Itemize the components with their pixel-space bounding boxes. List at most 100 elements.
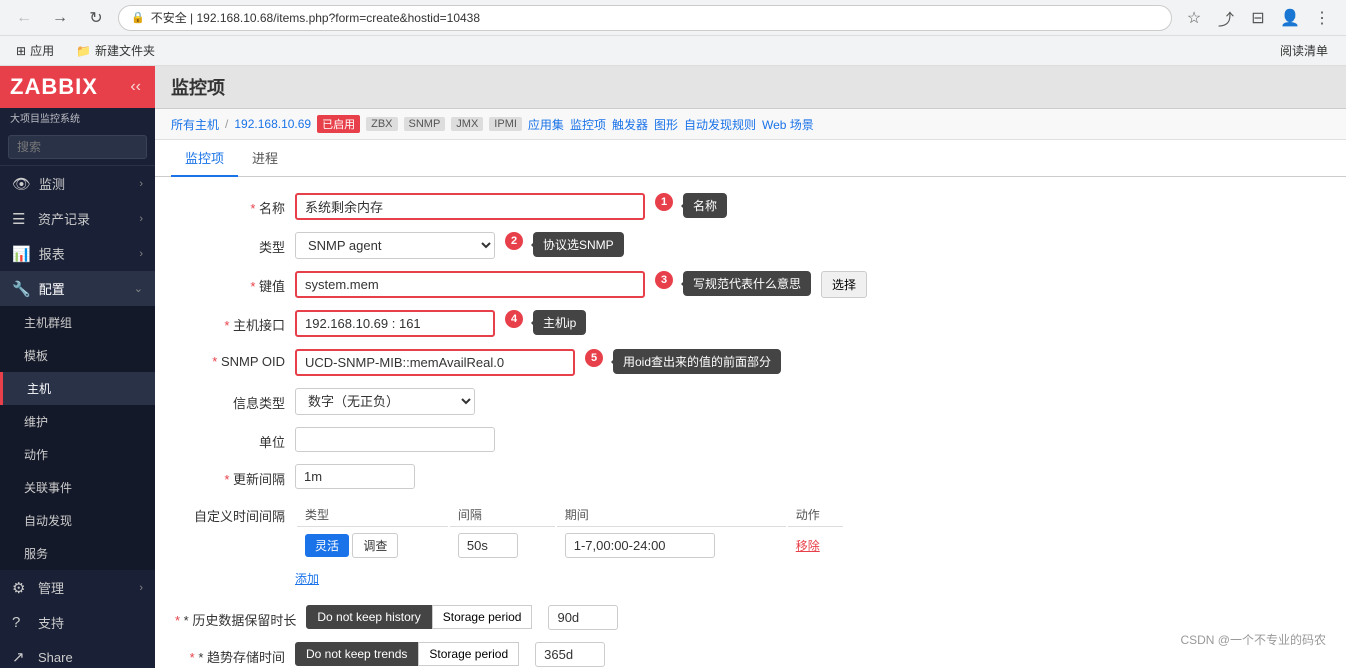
tab-items[interactable]: 监控项	[171, 140, 238, 177]
apps-label: 应用	[30, 42, 54, 59]
breadcrumb-discovery-rules[interactable]: 自动发现规则	[684, 116, 756, 133]
interval-table: 类型 间隔 期间 动作 灵活 调查	[295, 501, 845, 564]
breadcrumb-web-scenarios[interactable]: Web 场景	[762, 116, 814, 133]
sidebar-item-hosts[interactable]: 主机	[0, 372, 155, 405]
assets-icon: ☰	[12, 210, 30, 228]
breadcrumb-badge-zbx[interactable]: ZBX	[366, 117, 397, 131]
folder-label: 新建文件夹	[95, 42, 155, 59]
sidebar-item-label-hosts: 主机	[27, 380, 143, 397]
history-label: * 历史数据保留时长	[175, 605, 296, 629]
breadcrumb-host-ip[interactable]: 192.168.10.69	[234, 117, 311, 131]
interval-input[interactable]	[458, 533, 518, 558]
add-interval-button[interactable]: 添加	[295, 570, 319, 587]
menu-button[interactable]: ⋮	[1308, 4, 1336, 32]
sidebar-item-host-groups[interactable]: 主机群组	[0, 306, 155, 339]
snmp-oid-input[interactable]	[295, 349, 575, 376]
share-button[interactable]: ⤴	[1212, 4, 1240, 32]
trends-label: * 趋势存储时间	[175, 642, 285, 666]
history-no-keep-button[interactable]: Do not keep history	[306, 605, 431, 629]
update-interval-input[interactable]	[295, 464, 415, 489]
breadcrumb-all-hosts[interactable]: 所有主机	[171, 116, 219, 133]
collections-button[interactable]: ⊟	[1244, 4, 1272, 32]
tab-process[interactable]: 进程	[238, 140, 292, 177]
sidebar-item-services[interactable]: 服务	[0, 537, 155, 570]
type-select[interactable]: SNMP agent	[295, 232, 495, 259]
breadcrumb-badge-snmp[interactable]: SNMP	[404, 117, 446, 131]
remove-interval-button[interactable]: 移除	[796, 537, 820, 554]
breadcrumb-graphs[interactable]: 图形	[654, 116, 678, 133]
interface-tooltip: 主机ip	[533, 310, 586, 335]
sidebar-item-templates[interactable]: 模板	[0, 339, 155, 372]
sidebar-item-label-correlation: 关联事件	[24, 479, 143, 496]
chevron-down-icon-config: ⌄	[134, 282, 143, 295]
sidebar-item-config[interactable]: 🔧 配置 ⌄	[0, 271, 155, 306]
breadcrumb-triggers[interactable]: 触发器	[612, 116, 648, 133]
breadcrumb-badge-enabled[interactable]: 已启用	[317, 115, 360, 133]
monitor-icon: 👁	[12, 175, 31, 193]
breadcrumb-badge-jmx[interactable]: JMX	[451, 117, 483, 131]
sidebar-item-correlation[interactable]: 关联事件	[0, 471, 155, 504]
new-folder-bookmark[interactable]: 📁 新建文件夹	[68, 39, 163, 62]
interval-col-interval: 间隔	[450, 503, 555, 527]
form-row-type: 类型 SNMP agent 2 协议选SNMP	[175, 232, 1326, 259]
sidebar-item-reports[interactable]: 📊 报表 ›	[0, 236, 155, 271]
share-sidebar-icon: ↗	[12, 648, 30, 666]
address-bar[interactable]: 🔒 不安全 | 192.168.10.68/items.php?form=cre…	[118, 5, 1172, 31]
tooltip-num-2: 2	[505, 232, 523, 250]
interface-input[interactable]	[295, 310, 495, 337]
breadcrumb-sep-1: /	[225, 117, 228, 131]
unit-input[interactable]	[295, 427, 495, 452]
url-text: 不安全 | 192.168.10.68/items.php?form=creat…	[151, 9, 480, 26]
apps-button[interactable]: ⊞ 应用	[10, 39, 60, 62]
sidebar-item-label-maintenance: 维护	[24, 413, 143, 430]
sidebar-search-input[interactable]	[8, 135, 147, 159]
sidebar-item-share[interactable]: ↗ Share	[0, 640, 155, 668]
sidebar-item-label-support: 支持	[38, 613, 143, 632]
breadcrumb-app-sets[interactable]: 应用集	[528, 116, 564, 133]
key-input[interactable]	[295, 271, 645, 298]
forward-button[interactable]: →	[46, 4, 74, 32]
history-storage-period-button[interactable]: Storage period	[432, 605, 533, 629]
trends-period-input[interactable]	[535, 642, 605, 667]
interval-type-btn-scheduling[interactable]: 调查	[352, 533, 398, 558]
trends-no-keep-button[interactable]: Do not keep trends	[295, 642, 418, 666]
period-input[interactable]	[565, 533, 715, 558]
breadcrumb-badge-ipmi[interactable]: IPMI	[489, 117, 522, 131]
content-area: 监控项 所有主机 / 192.168.10.69 已启用 ZBX SNMP JM…	[155, 66, 1346, 668]
history-period-input[interactable]	[548, 605, 618, 630]
grid-icon: ⊞	[16, 44, 26, 58]
name-input[interactable]	[295, 193, 645, 220]
profile-button[interactable]: 👤	[1276, 4, 1304, 32]
key-label: 键值	[175, 271, 285, 295]
sidebar-item-monitor[interactable]: 👁 监测 ›	[0, 166, 155, 201]
sidebar-item-label-host-groups: 主机群组	[24, 314, 143, 331]
sidebar-config-submenu: 主机群组 模板 主机 维护 动作 关联事件 自动发现 服务	[0, 306, 155, 570]
form-row-custom-intervals: 自定义时间间隔 类型 间隔 期间 动作	[175, 501, 1326, 593]
interval-col-period: 期间	[557, 503, 786, 527]
info-type-label: 信息类型	[175, 388, 285, 412]
sidebar-collapse-button[interactable]: ‹‹	[126, 76, 145, 98]
breadcrumb-monitor-items[interactable]: 监控项	[570, 116, 606, 133]
breadcrumb: 所有主机 / 192.168.10.69 已启用 ZBX SNMP JMX IP…	[155, 109, 1346, 140]
interval-type-btn-flexible[interactable]: 灵活	[305, 534, 349, 557]
sidebar-item-admin[interactable]: ⚙ 管理 ›	[0, 570, 155, 605]
type-tooltip: 协议选SNMP	[533, 232, 624, 257]
trends-storage-period-button[interactable]: Storage period	[418, 642, 519, 666]
update-interval-label: 更新间隔	[175, 464, 285, 488]
sidebar-item-maintenance[interactable]: 维护	[0, 405, 155, 438]
back-button[interactable]: ←	[10, 4, 38, 32]
form-area: 名称 1 名称 类型 SNMP agent 2 协议选SNMP 键值 3 写规范…	[155, 177, 1346, 668]
sidebar-item-label-config: 配置	[39, 279, 126, 298]
sidebar-item-discovery[interactable]: 自动发现	[0, 504, 155, 537]
sidebar-item-label-monitor: 监测	[39, 174, 131, 193]
sidebar-item-support[interactable]: ? 支持	[0, 605, 155, 640]
sidebar-item-assets[interactable]: ☰ 资产记录 ›	[0, 201, 155, 236]
key-select-button[interactable]: 选择	[821, 271, 867, 298]
sidebar-item-actions[interactable]: 动作	[0, 438, 155, 471]
info-type-select[interactable]: 数字（无正负）	[295, 388, 475, 415]
refresh-button[interactable]: ↻	[82, 4, 110, 32]
form-row-info-type: 信息类型 数字（无正负）	[175, 388, 1326, 415]
watermark: CSDN @一个不专业的码农	[1180, 631, 1326, 648]
reading-mode-button[interactable]: 阅读清单	[1272, 39, 1336, 62]
star-button[interactable]: ☆	[1180, 4, 1208, 32]
